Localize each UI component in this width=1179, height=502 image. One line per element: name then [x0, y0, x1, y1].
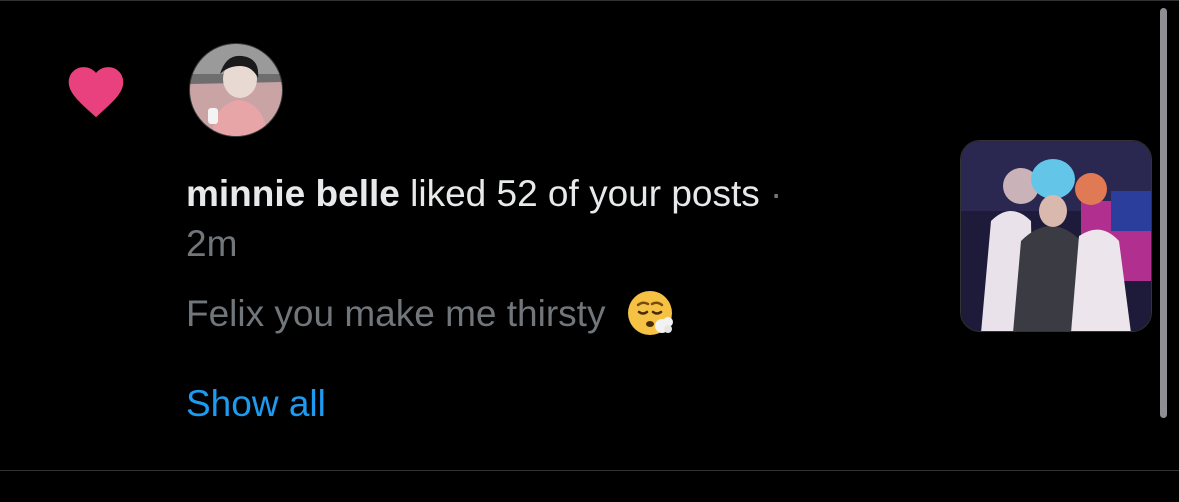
- bottom-divider: [0, 470, 1179, 471]
- post-text: Felix you make me thirsty: [186, 293, 606, 334]
- thumbnail-image: [961, 141, 1151, 331]
- heart-icon: [68, 67, 124, 118]
- actor-name[interactable]: minnie belle: [186, 173, 400, 214]
- face-exhaling-emoji-icon: [627, 291, 673, 335]
- action-text: liked 52 of your posts: [399, 173, 760, 214]
- separator: ·: [759, 173, 783, 214]
- scrollbar[interactable]: [1160, 8, 1167, 418]
- post-media-thumbnail[interactable]: [960, 140, 1152, 332]
- avatar-photo: [190, 44, 282, 136]
- notification-headline: minnie belle liked 52 of your posts · 2m: [186, 169, 916, 269]
- show-all-link[interactable]: Show all: [186, 379, 326, 429]
- avatar[interactable]: [189, 43, 283, 137]
- like-notification[interactable]: minnie belle liked 52 of your posts · 2m…: [0, 1, 1179, 470]
- post-preview[interactable]: Felix you make me thirsty: [186, 288, 676, 339]
- timestamp: 2m: [186, 223, 238, 264]
